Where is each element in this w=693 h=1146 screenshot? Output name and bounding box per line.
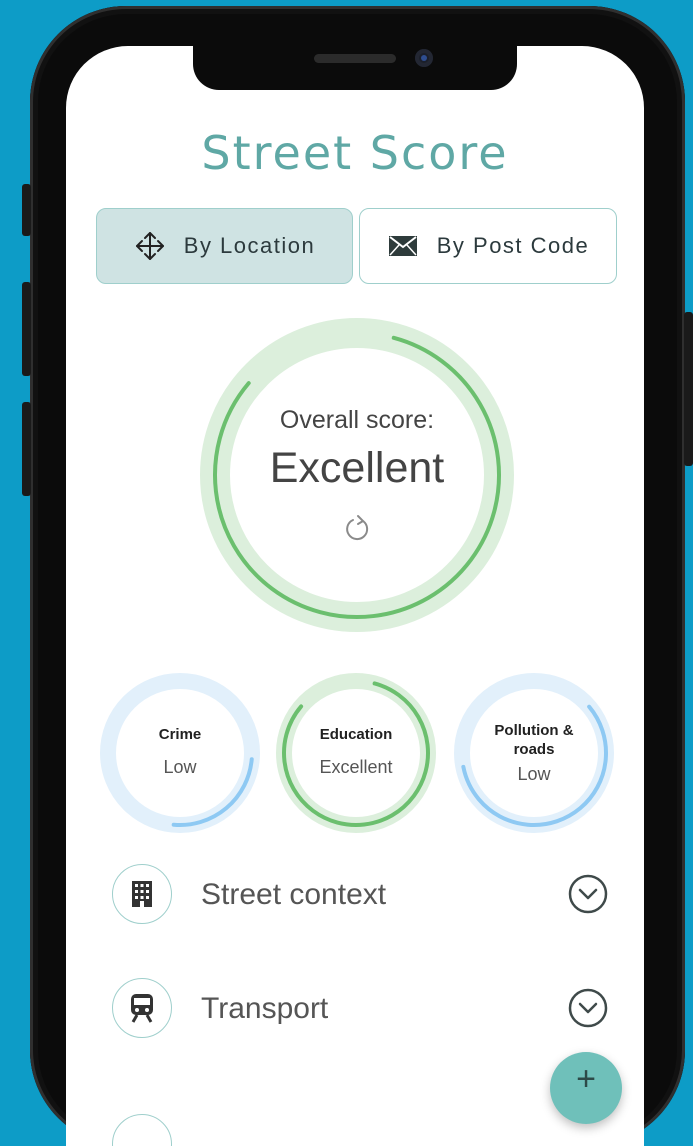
education-value: Excellent [319,757,393,777]
refresh-icon[interactable] [341,512,373,544]
section-next-icon [112,1114,172,1146]
by-postcode-button[interactable]: By Post Code [359,208,617,284]
add-button[interactable]: + [550,1052,622,1124]
section-street-context-label: Street context [201,878,387,911]
crime-value: Low [163,757,197,777]
app-title-text: Street Score [201,126,509,180]
section-transport-label: Transport [201,992,329,1025]
notch [193,46,517,90]
chevron-down-icon[interactable] [568,874,608,914]
education-score[interactable]: Education Excellent [274,671,438,835]
crime-score[interactable]: Crime Low [98,671,262,835]
overall-score: Overall score: Excellent [200,318,514,632]
by-location-button[interactable]: By Location [96,208,353,284]
envelope-icon [387,230,419,262]
building-icon [112,864,172,924]
by-location-label: By Location [183,233,316,258]
volume-up-button [22,282,31,376]
train-icon [112,978,172,1038]
section-transport[interactable]: Transport [112,978,612,1042]
chevron-down-icon[interactable] [568,988,608,1028]
pollution-value: Low [517,764,551,784]
education-label: Education [319,726,393,743]
education-ring-progress [282,679,430,827]
overall-score-value: Excellent [269,444,445,492]
front-camera [415,49,433,67]
plus-icon: + [576,1060,596,1098]
app-screen: Street Score By Location By Post Code Ov… [66,46,644,1146]
education-ring [276,673,436,833]
crime-label: Crime [158,726,202,743]
by-postcode-label: By Post Code [436,233,590,258]
power-button [684,312,693,466]
overall-score-label: Overall score: [279,406,435,434]
section-street-context[interactable]: Street context [112,864,612,928]
pollution-label: Pollution & roads [494,722,574,758]
crime-ring [100,673,260,833]
volume-down-button [22,402,31,496]
app-title: Street Score [66,126,644,180]
speaker-grille [314,54,396,63]
move-arrows-icon [134,230,166,262]
pollution-score[interactable]: Pollution & roads Low [452,671,616,835]
mute-switch [22,184,31,236]
